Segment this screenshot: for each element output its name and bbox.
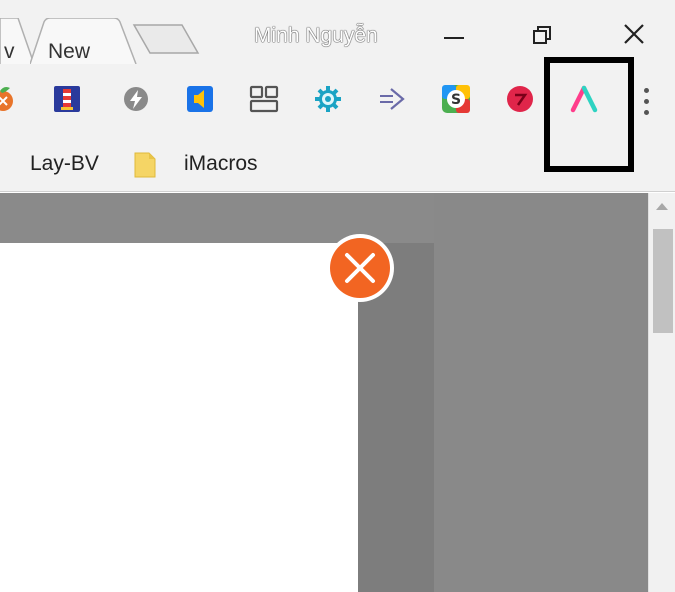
menu-dot-icon xyxy=(644,110,649,115)
popup-close-button[interactable] xyxy=(324,232,396,304)
vertical-scrollbar[interactable] xyxy=(648,193,675,592)
red-circle-extension-icon[interactable] xyxy=(503,82,537,116)
overlay-right-panel xyxy=(434,193,648,592)
scroll-thumb[interactable] xyxy=(653,229,673,333)
orange-leaf-extension-icon[interactable] xyxy=(0,82,20,116)
restore-button[interactable] xyxy=(520,20,564,52)
title-bar: v New Minh Nguyễn xyxy=(0,0,675,64)
grid-layout-extension-icon[interactable] xyxy=(247,82,281,116)
browser-menu-button[interactable] xyxy=(636,84,656,120)
s-extension-icon[interactable]: S xyxy=(439,82,473,116)
new-tab-button[interactable] xyxy=(130,22,202,56)
menu-dot-icon xyxy=(644,99,649,104)
lightning-extension-icon[interactable] xyxy=(119,82,153,116)
restore-icon xyxy=(533,26,551,44)
close-button[interactable] xyxy=(612,20,656,52)
new-tab-icon xyxy=(132,24,200,54)
lighthouse-extension-icon[interactable] xyxy=(50,82,84,116)
bookmark-imacros[interactable]: iMacros xyxy=(184,152,258,176)
tab-partial-label: v xyxy=(4,40,15,63)
scroll-up-arrow-icon[interactable] xyxy=(656,203,668,210)
arrow-extension-icon[interactable] xyxy=(375,82,409,116)
gear-extension-icon[interactable] xyxy=(311,82,345,116)
close-circle-icon xyxy=(326,234,394,302)
folder-icon[interactable] xyxy=(133,151,157,179)
profile-name[interactable]: Minh Nguyễn xyxy=(254,24,378,48)
menu-dot-icon xyxy=(644,88,649,93)
close-icon xyxy=(624,24,644,44)
minimize-button[interactable] xyxy=(432,22,476,52)
svg-text:S: S xyxy=(451,92,461,108)
popup-card xyxy=(0,243,358,592)
minimize-icon xyxy=(444,37,464,39)
highlight-annotation-box xyxy=(544,57,634,172)
tab-new[interactable]: New xyxy=(30,18,140,64)
bookmark-lay-bv[interactable]: Lay-BV xyxy=(30,152,99,176)
tab-new-label: New xyxy=(48,40,91,63)
speaker-extension-icon[interactable] xyxy=(183,82,217,116)
